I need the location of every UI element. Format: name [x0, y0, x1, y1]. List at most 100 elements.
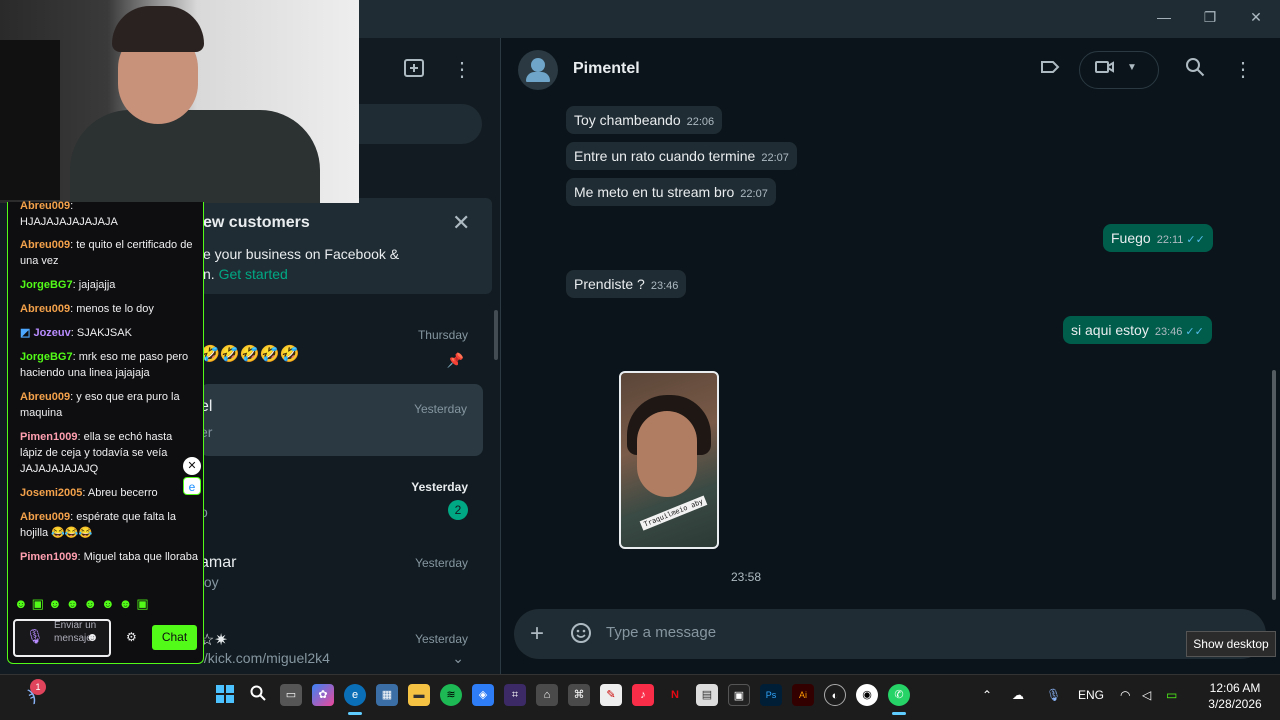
- message-bubble-in[interactable]: Toy chambeando 22:06: [566, 106, 723, 134]
- widget-e-icon[interactable]: e: [183, 477, 201, 495]
- chat-username[interactable]: Abreu009: [20, 239, 70, 251]
- microphone-icon[interactable]: 🎙: [26, 628, 44, 645]
- message-text: Fuego: [1111, 230, 1151, 246]
- chat-list-scrollbar[interactable]: [494, 310, 498, 360]
- attach-plus-icon[interactable]: +: [530, 620, 544, 648]
- chat-name: ☆✷: [200, 632, 228, 649]
- webcam-person-body: [70, 110, 320, 203]
- chat-username[interactable]: Abreu009: [20, 303, 70, 315]
- message-bubble-in[interactable]: Prendiste ? 23:46: [566, 270, 687, 298]
- whatsapp-icon[interactable]: ✆: [888, 684, 910, 706]
- gear-icon[interactable]: ⚙: [126, 630, 137, 644]
- photo-message[interactable]: Traquilmeio aby: [619, 371, 719, 549]
- close-widget-icon[interactable]: ✕: [183, 457, 201, 475]
- music-icon[interactable]: ♪: [632, 684, 654, 706]
- stream-chat-message: Abreu009: te quito el certificado de una…: [20, 239, 193, 267]
- search-icon[interactable]: [1181, 56, 1209, 84]
- message-input[interactable]: Type a message: [606, 624, 716, 641]
- chevron-up-icon[interactable]: ⌃: [982, 688, 992, 702]
- chat-username[interactable]: Josemi2005: [20, 487, 82, 499]
- chevron-down-icon[interactable]: ⌄: [452, 650, 464, 667]
- webcam-shelf-shape: [0, 40, 60, 200]
- app-icon[interactable]: ⌗: [504, 684, 526, 706]
- store-icon[interactable]: ▦: [376, 684, 398, 706]
- app-icon[interactable]: ◉: [856, 684, 878, 706]
- stream-chat-message: Abreu009: y eso que era puro la maquina: [20, 391, 180, 419]
- close-window-button[interactable]: ✕: [1244, 6, 1268, 28]
- netflix-icon[interactable]: N: [664, 684, 686, 706]
- emote-bar[interactable]: ☻▣☻☻☻☻☻▣: [14, 596, 153, 612]
- spotify-icon[interactable]: ≋: [440, 684, 462, 706]
- avatar-body-icon: [526, 72, 550, 82]
- app-icon[interactable]: ✎: [600, 684, 622, 706]
- calculator-icon[interactable]: ▤: [696, 684, 718, 706]
- battery-icon[interactable]: ▭: [1166, 688, 1177, 702]
- message-bubble-out[interactable]: Fuego 22:11 ✓✓: [1103, 224, 1213, 252]
- get-started-link[interactable]: Get started: [219, 266, 288, 282]
- chevron-down-icon[interactable]: ▼: [1127, 62, 1137, 73]
- banner-text-line2: n.: [203, 266, 219, 282]
- chat-text: Abreu becerro: [87, 487, 158, 499]
- message-bubble-out[interactable]: si aqui estoy 23:46 ✓✓: [1063, 316, 1212, 344]
- menu-dots-icon[interactable]: ⋮: [1229, 56, 1257, 84]
- stream-chat-message: JorgeBG7: mrk eso me paso pero haciendo …: [20, 351, 189, 379]
- read-ticks-icon: ✓✓: [1185, 326, 1204, 338]
- chat-username[interactable]: Abreu009: [20, 200, 70, 212]
- stream-chat-message: ◩ Jozeuv: SJAKJSAK: [20, 327, 132, 339]
- onedrive-icon[interactable]: ☁: [1012, 688, 1024, 702]
- chat-username[interactable]: Abreu009: [20, 511, 70, 523]
- security-shield-icon[interactable]: ◈: [472, 684, 494, 706]
- send-chat-button[interactable]: Chat: [152, 625, 197, 650]
- microphone-icon[interactable]: 🎙: [1046, 688, 1061, 702]
- contact-name[interactable]: Pimentel: [573, 60, 640, 78]
- message-bubble-in[interactable]: Entre un rato cuando termine 22:07: [566, 142, 797, 170]
- chat-time: Thursday: [417, 328, 468, 342]
- close-banner-icon[interactable]: ✕: [452, 210, 470, 236]
- chat-row-selected[interactable]: el Yesterday er: [200, 384, 483, 456]
- photo-face-shape: [637, 411, 697, 497]
- chat-username[interactable]: Abreu009: [20, 391, 70, 403]
- message-time: 22:11: [1156, 234, 1184, 246]
- edge-browser-icon[interactable]: e: [344, 684, 366, 706]
- minimize-button[interactable]: —: [1152, 6, 1176, 28]
- chat-username[interactable]: JorgeBG7: [20, 279, 73, 291]
- emoji-icon[interactable]: ☻: [86, 630, 99, 644]
- chat-username[interactable]: Jozeuv: [33, 327, 70, 339]
- copilot-icon[interactable]: ✿: [312, 684, 334, 706]
- language-indicator[interactable]: ENG: [1078, 688, 1104, 702]
- chat-username[interactable]: JorgeBG7: [20, 351, 73, 363]
- restore-button[interactable]: ❐: [1198, 6, 1222, 28]
- menu-dots-icon[interactable]: ⋮: [448, 56, 476, 84]
- chat-row[interactable]: amar Yesterday toy: [200, 546, 484, 618]
- chat-username[interactable]: Pimen1009: [20, 431, 77, 443]
- app-icon[interactable]: ⌂: [536, 684, 558, 706]
- label-icon[interactable]: [1036, 56, 1064, 84]
- illustrator-icon[interactable]: Ai: [792, 684, 814, 706]
- message-bubble-in[interactable]: Me meto en tu stream bro 22:07: [566, 178, 776, 206]
- photoshop-icon[interactable]: Ps: [760, 684, 782, 706]
- conversation-scrollbar[interactable]: [1272, 370, 1276, 600]
- wifi-icon[interactable]: ◠: [1120, 688, 1130, 702]
- stream-chat-message: JorgeBG7: jajajajja: [20, 279, 116, 291]
- chat-text: jajajajja: [78, 279, 116, 291]
- chat-row[interactable]: ☆✷ Yesterday //kick.com/miguel2k4 ⌄: [200, 622, 484, 670]
- volume-icon[interactable]: ◁: [1142, 688, 1151, 702]
- message-time: 22:07: [761, 152, 789, 164]
- stream-chat-message: Pimen1009: Miguel taba que lloraba: [20, 551, 198, 563]
- chat-row[interactable]: Thursday 🤣🤣🤣🤣🤣 📌: [200, 318, 484, 390]
- chat-time: Yesterday: [411, 480, 468, 494]
- file-explorer-icon[interactable]: ▬: [408, 684, 430, 706]
- clock[interactable]: 12:06 AM 3/28/2026: [1204, 680, 1266, 712]
- app-icon[interactable]: ▣: [728, 684, 750, 706]
- windows-start-icon[interactable]: [214, 684, 236, 706]
- chat-username[interactable]: Pimen1009: [20, 551, 77, 563]
- task-view-icon[interactable]: ▭: [280, 684, 302, 706]
- new-chat-icon[interactable]: [400, 56, 428, 84]
- chat-row[interactable]: Yesterday o 2: [200, 470, 484, 542]
- search-icon[interactable]: [247, 684, 269, 706]
- obs-icon[interactable]: ◐: [824, 684, 846, 706]
- stream-chat-message: Abreu009: HJAJAJAJAJAJAJA: [20, 198, 198, 230]
- app-icon[interactable]: ⌘: [568, 684, 590, 706]
- message-time: 23:46: [1154, 326, 1183, 338]
- sticker-icon[interactable]: [570, 622, 592, 650]
